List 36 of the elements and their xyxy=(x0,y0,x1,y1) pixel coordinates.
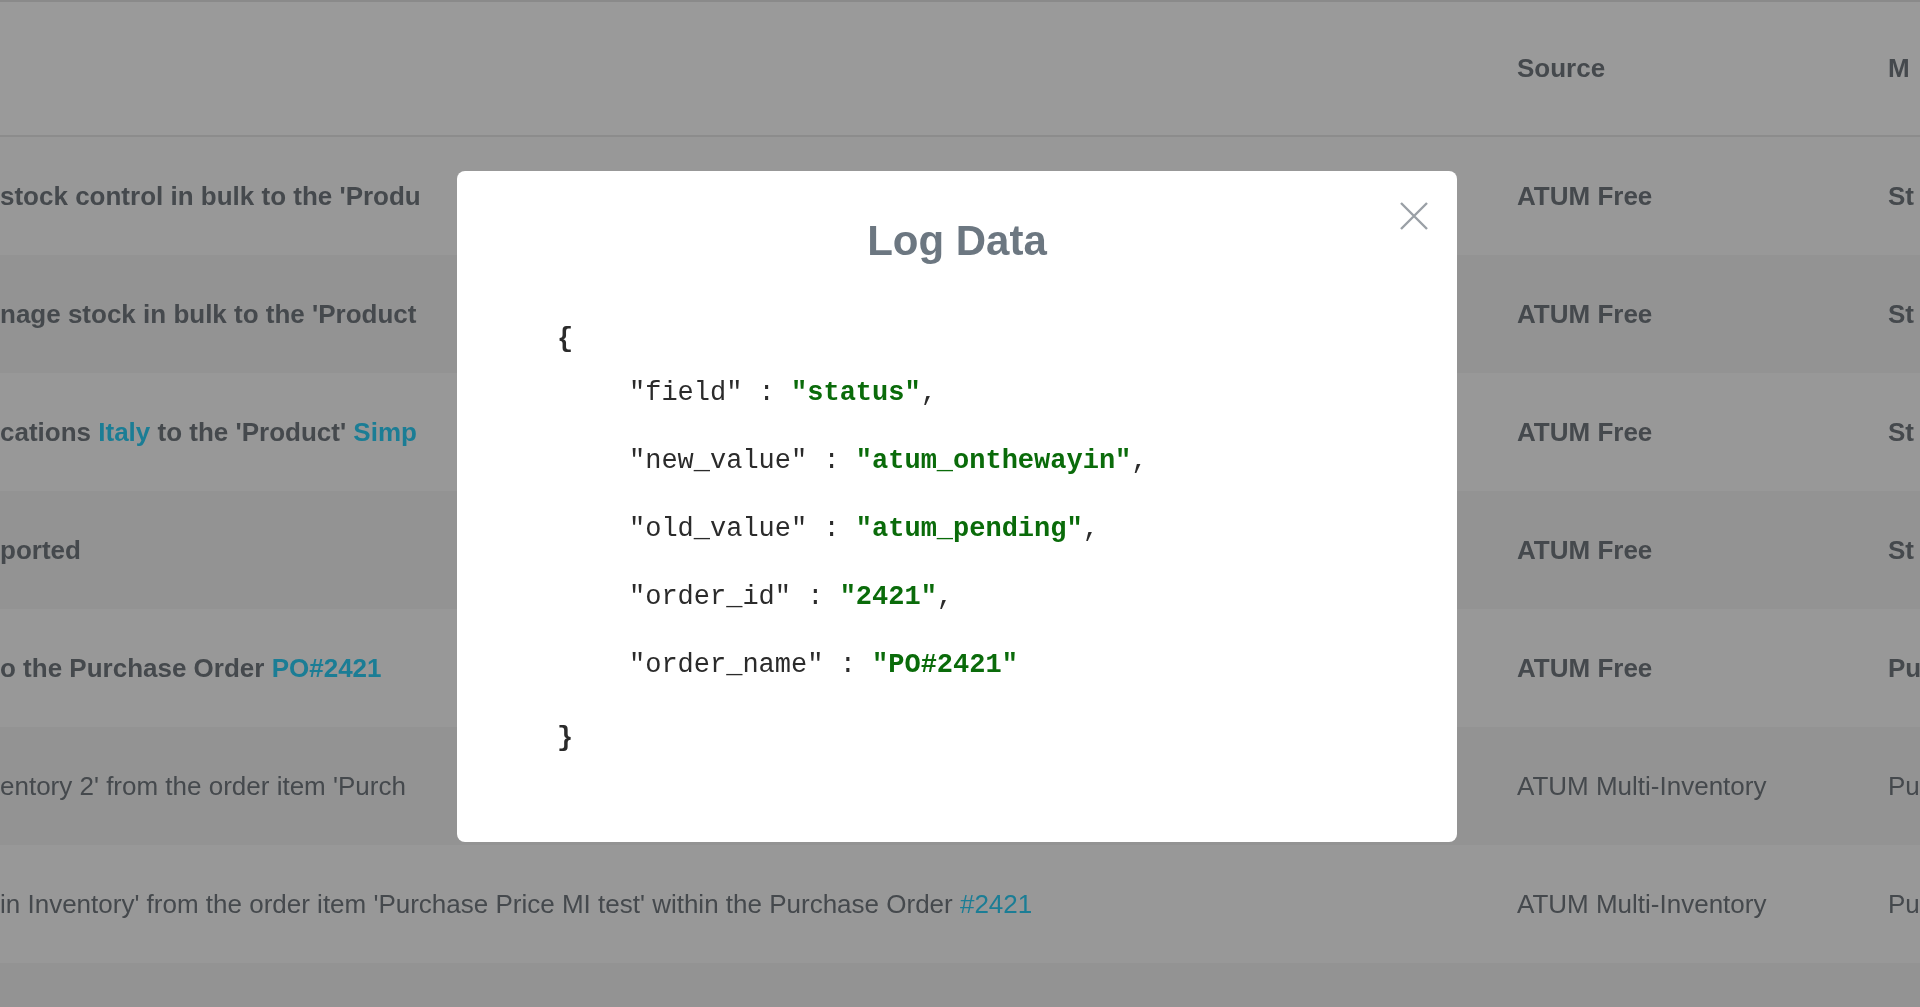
code-brace: { xyxy=(557,323,574,356)
link[interactable]: #2421 xyxy=(959,888,1033,919)
source-cell: ATUM Free xyxy=(1517,298,1653,330)
table-cell: Pu xyxy=(1888,770,1920,802)
log-message: entory 2' from the order item 'Purch xyxy=(0,770,406,802)
table-cell: St xyxy=(1888,534,1914,566)
column-header: M xyxy=(1888,53,1910,84)
log-message: ported xyxy=(0,534,81,566)
code-line: "field" : "status", xyxy=(629,377,937,410)
table-cell: St xyxy=(1888,416,1914,448)
table-cell: Pu xyxy=(1888,888,1920,920)
code-brace: } xyxy=(557,722,574,755)
code-line: "order_name" : "PO#2421" xyxy=(629,649,1018,682)
source-cell: ATUM Free xyxy=(1517,416,1653,448)
code-line: "order_id" : "2421", xyxy=(629,581,954,614)
table-cell: St xyxy=(1888,180,1914,212)
column-header: Source xyxy=(1517,53,1606,84)
log-message: cations Italy to the 'Product' Simp xyxy=(0,416,417,448)
source-cell: ATUM Free xyxy=(1517,534,1653,566)
table-cell: St xyxy=(1888,298,1914,330)
log-message: stock control in bulk to the 'Produ xyxy=(0,180,421,212)
source-cell: ATUM Multi-Inventory xyxy=(1517,888,1767,920)
link[interactable]: PO#2421 xyxy=(271,652,382,683)
log-message: in Inventory' from the order item 'Purchase Price MI test' within the Purchase Order #2421 xyxy=(0,888,1033,920)
modal-title: Log Data xyxy=(867,216,1047,266)
log-message: o the Purchase Order PO#2421 xyxy=(0,652,382,684)
source-cell: ATUM Free xyxy=(1517,652,1653,684)
code-line: "new_value" : "atum_onthewayin", xyxy=(629,445,1148,478)
link[interactable]: Simp xyxy=(353,416,417,447)
source-cell: ATUM Multi-Inventory xyxy=(1517,770,1767,802)
log-message: nage stock in bulk to the 'Product xyxy=(0,298,417,330)
code-line: "old_value" : "atum_pending", xyxy=(629,513,1099,546)
source-cell: ATUM Free xyxy=(1517,180,1653,212)
table-cell: Pu xyxy=(1888,652,1920,684)
link[interactable]: Italy xyxy=(98,416,151,447)
close-icon[interactable] xyxy=(1399,201,1429,231)
